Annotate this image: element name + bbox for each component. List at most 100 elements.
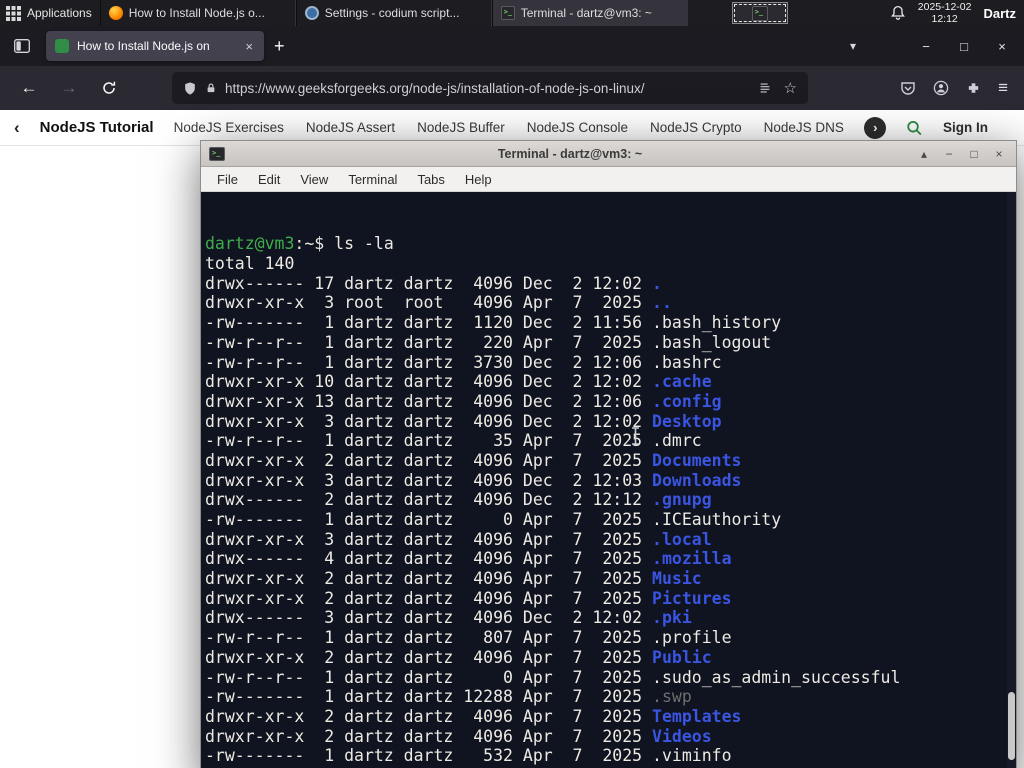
panel-clock[interactable]: 2025-12-02 12:12 [918, 1, 972, 25]
extensions-puzzle-icon[interactable] [966, 81, 981, 96]
firefox-view-button[interactable] [8, 32, 36, 60]
file-name: .bashrc [652, 352, 722, 372]
taskbar-item-2[interactable]: Terminal - dartz@vm3: ~ [491, 0, 688, 26]
file-name: .viminfo [652, 746, 732, 766]
terminal-scrollbar[interactable] [1007, 192, 1016, 768]
reader-mode-icon[interactable] [758, 81, 772, 95]
terminal-line: drwxr-xr-x 3 dartz dartz 4096 Dec 2 12:0… [205, 471, 1016, 491]
terminal-titlebar[interactable]: Terminal - dartz@vm3: ~ ▴ − □ × [201, 141, 1016, 167]
file-name: .dmrc [652, 431, 702, 451]
new-tab-button[interactable]: + [264, 36, 295, 57]
site-nav-link-1[interactable]: NodeJS Assert [306, 120, 395, 135]
url-input[interactable]: https://www.geeksforgeeks.org/node-js/in… [225, 81, 750, 96]
file-meta: drwx------ 2 dartz dartz 4096 Dec 2 12:1… [205, 490, 653, 510]
taskbar-item-label: Settings - codium script... [324, 6, 460, 20]
tab-close-icon[interactable]: × [243, 39, 255, 54]
terminal-line: drwx------ 2 dartz dartz 4096 Dec 2 12:1… [205, 490, 1016, 510]
active-tab[interactable]: How to Install Node.js on × [46, 31, 264, 61]
terminal-scrollbar-thumb[interactable] [1008, 692, 1015, 760]
menu-edit[interactable]: Edit [248, 172, 290, 187]
file-meta: drwxr-xr-x 2 dartz dartz 4096 Apr 7 2025 [205, 588, 653, 608]
terminal-minimize-button[interactable]: − [940, 147, 958, 161]
taskbar-item-1[interactable]: Settings - codium script... [295, 0, 492, 26]
site-nav-link-0[interactable]: NodeJS Exercises [174, 120, 284, 135]
tracking-protection-shield-icon[interactable] [183, 81, 197, 96]
menu-tabs[interactable]: Tabs [407, 172, 454, 187]
file-meta: -rw-r--r-- 1 dartz dartz 35 Apr 7 2025 [205, 431, 653, 451]
reload-button[interactable] [92, 72, 126, 104]
file-name: .gnupg [652, 490, 712, 510]
menu-view[interactable]: View [290, 172, 338, 187]
site-nav-link-2[interactable]: NodeJS Buffer [417, 120, 505, 135]
site-nav-title[interactable]: NodeJS Tutorial [40, 119, 154, 136]
file-name: .ICEauthority [652, 510, 782, 530]
settings-icon [304, 6, 319, 20]
notification-bell-icon[interactable] [890, 5, 906, 21]
forward-button[interactable]: → [52, 72, 86, 104]
url-bar[interactable]: https://www.geeksforgeeks.org/node-js/in… [172, 72, 808, 104]
top-panel: Applications How to Install Node.js o...… [0, 0, 1024, 26]
terminal-window: Terminal - dartz@vm3: ~ ▴ − □ × FileEdit… [200, 140, 1017, 768]
terminal-total-line: total 140 [205, 254, 295, 274]
toolbar-right-icons: ≡ [900, 78, 1012, 98]
file-meta: drwxr-xr-x 13 dartz dartz 4096 Dec 2 12:… [205, 391, 653, 411]
menu-terminal[interactable]: Terminal [338, 172, 407, 187]
file-meta: drwxr-xr-x 10 dartz dartz 4096 Dec 2 12:… [205, 372, 653, 392]
bookmark-star-icon[interactable]: ☆ [784, 79, 797, 97]
file-meta: drwxr-xr-x 2 dartz dartz 4096 Apr 7 2025 [205, 706, 653, 726]
terminal-line: drwx------ 4 dartz dartz 4096 Apr 7 2025… [205, 549, 1016, 569]
account-icon[interactable] [933, 80, 949, 96]
terminal-line: drwx------ 17 dartz dartz 4096 Dec 2 12:… [205, 274, 1016, 294]
site-nav-link-5[interactable]: NodeJS DNS [764, 120, 844, 135]
browser-maximize-button[interactable]: □ [952, 39, 976, 54]
search-icon[interactable] [906, 119, 923, 137]
file-meta: drwxr-xr-x 3 dartz dartz 4096 Dec 2 12:0… [205, 411, 653, 431]
file-meta: -rw------- 1 dartz dartz 0 Apr 7 2025 [205, 510, 653, 530]
list-all-tabs-icon[interactable]: ▾ [844, 39, 862, 53]
applications-grid-icon [6, 5, 21, 21]
browser-close-button[interactable]: × [990, 39, 1014, 54]
terminal-line: -rw-r--r-- 1 dartz dartz 807 Apr 7 2025 … [205, 628, 1016, 648]
terminal-line: drwxr-xr-x 2 dartz dartz 4096 Apr 7 2025… [205, 589, 1016, 609]
pocket-save-icon[interactable] [900, 80, 916, 96]
file-name: .sudo_as_admin_successful [652, 667, 901, 687]
navigation-toolbar: ← → https://www.geeksforgeeks.org/node-j… [0, 66, 1024, 110]
terminal-window-controls: ▴ − □ × [915, 147, 1008, 161]
panel-indicators: 2025-12-02 12:12 Dartz [890, 1, 1024, 25]
terminal-prompt-line: dartz@vm3:~$ ls -la [205, 234, 1016, 254]
file-name: Videos [652, 726, 712, 746]
nav-scroll-right-button[interactable]: › [864, 116, 887, 139]
menu-file[interactable]: File [207, 172, 248, 187]
nav-back-chevron-icon[interactable]: ‹ [14, 118, 20, 138]
site-nav-link-3[interactable]: NodeJS Console [527, 120, 628, 135]
applications-menu-label: Applications [27, 6, 92, 20]
taskbar-item-0[interactable]: How to Install Node.js o... [99, 0, 296, 26]
terminal-launcher[interactable] [731, 2, 788, 24]
file-name: .bash_logout [652, 332, 772, 352]
file-name: . [652, 273, 662, 293]
file-name: .swp [652, 687, 692, 707]
back-button[interactable]: ← [12, 72, 46, 104]
menu-icon[interactable]: ≡ [998, 78, 1008, 98]
browser-minimize-button[interactable]: − [914, 39, 938, 54]
terminal-maximize-button[interactable]: □ [965, 147, 983, 161]
terminal-line: drwxr-xr-x 13 dartz dartz 4096 Dec 2 12:… [205, 392, 1016, 412]
terminal-line: -rw------- 1 dartz dartz 12288 Apr 7 202… [205, 687, 1016, 707]
padlock-icon[interactable] [205, 81, 217, 95]
terminal-menubar: File Edit View Terminal Tabs Help [201, 167, 1016, 192]
file-name: Music [652, 569, 702, 589]
site-nav-link-4[interactable]: NodeJS Crypto [650, 120, 742, 135]
terminal-close-button[interactable]: × [990, 147, 1008, 161]
file-name: .profile [652, 628, 732, 648]
terminal-output: dartz@vm3:~$ ls -la total 140 drwx------ 1… [205, 234, 1016, 768]
terminal-line: -rw-r--r-- 1 dartz dartz 0 Apr 7 2025 .s… [205, 668, 1016, 688]
terminal-line: drwxr-xr-x 3 dartz dartz 4096 Dec 2 12:0… [205, 412, 1016, 432]
terminal-shade-button[interactable]: ▴ [915, 147, 933, 161]
file-name: .config [652, 391, 722, 411]
sign-in-button[interactable]: Sign In [943, 120, 988, 135]
applications-menu[interactable]: Applications [0, 0, 100, 26]
terminal-line: -rw-r--r-- 1 dartz dartz 3730 Dec 2 12:0… [205, 353, 1016, 373]
menu-help[interactable]: Help [455, 172, 502, 187]
file-name: .. [652, 293, 672, 313]
terminal-viewport[interactable]: dartz@vm3:~$ ls -la total 140 drwx------ 1… [201, 192, 1016, 768]
